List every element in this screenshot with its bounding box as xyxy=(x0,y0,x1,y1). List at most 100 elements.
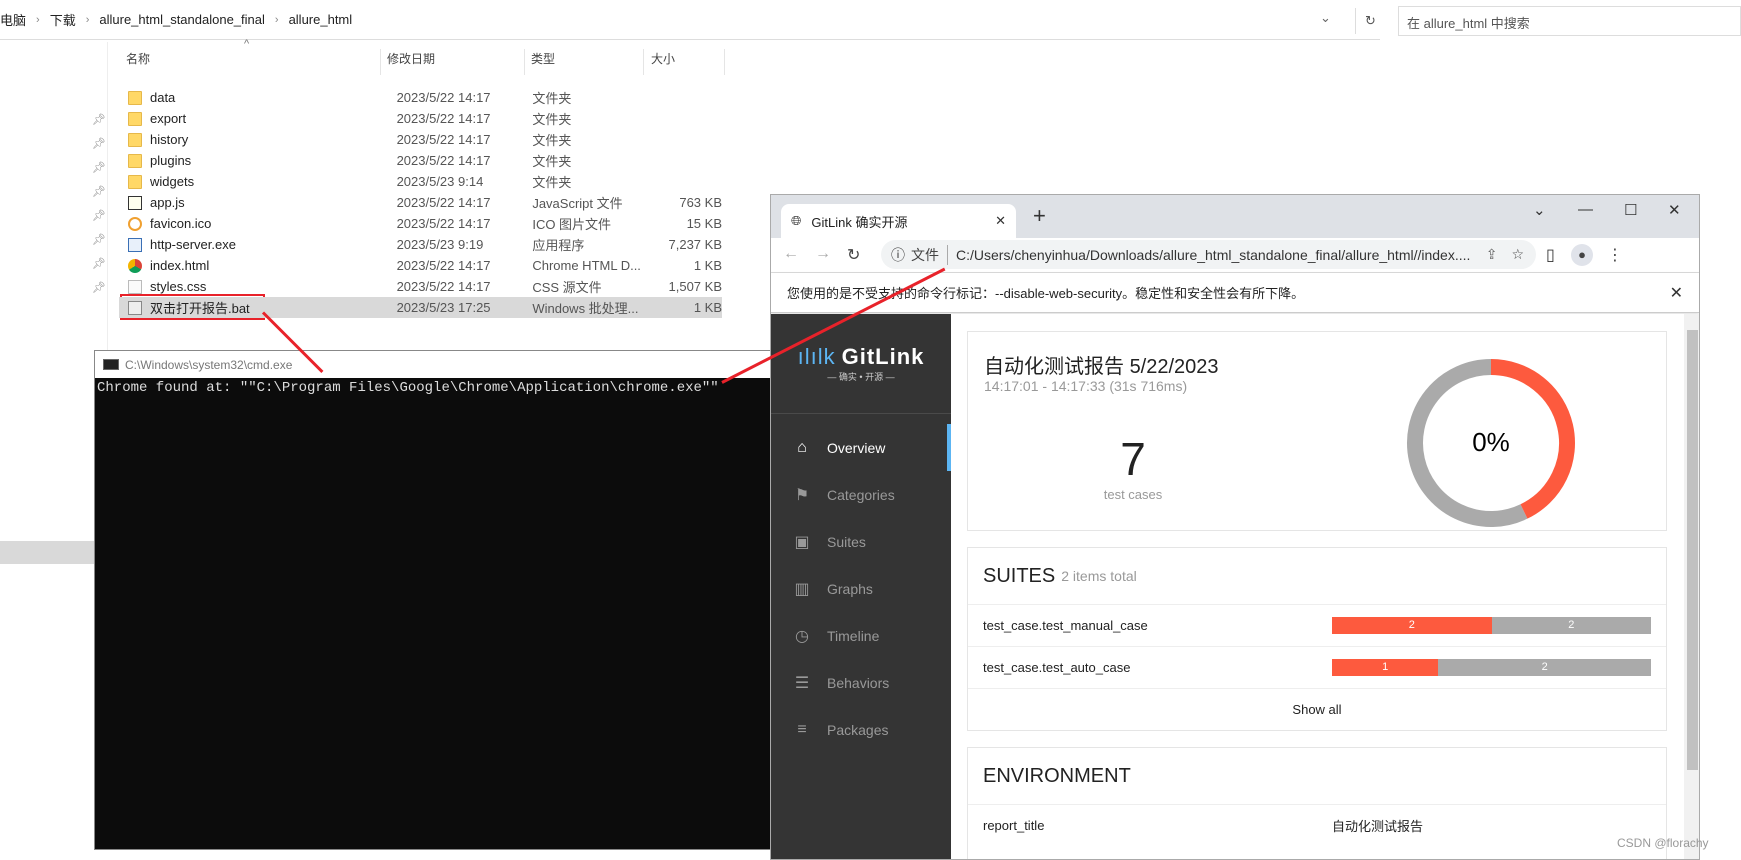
forward-icon[interactable]: → xyxy=(815,245,831,263)
nav-item-graphs[interactable]: ▥ Graphs xyxy=(771,565,951,612)
file-date: 2023/5/22 14:17 xyxy=(396,90,491,105)
logo-subtitle: — 确实 • 开源 — xyxy=(827,372,895,382)
column-header-date[interactable]: 修改日期 xyxy=(387,49,525,75)
file-row[interactable]: 双击打开报告.bat 2023/5/23 17:25 Windows 批处理... 1… xyxy=(119,297,722,318)
file-row[interactable]: plugins 2023/5/22 14:17 文件夹 xyxy=(119,150,722,171)
tab-search-icon[interactable]: ⌄ xyxy=(1533,201,1546,219)
bat-file-icon xyxy=(128,300,142,315)
close-tab-icon[interactable]: ✕ xyxy=(995,213,1006,229)
file-row[interactable]: history 2023/5/22 14:17 文件夹 xyxy=(119,129,722,150)
suites-count: 2 items total xyxy=(1061,568,1137,584)
chevron-right-icon: › xyxy=(85,13,90,26)
breadcrumb-item[interactable]: allure_html xyxy=(289,12,353,27)
flag-icon: ⚑ xyxy=(794,486,810,504)
column-header-size[interactable]: 大小 xyxy=(651,49,725,75)
browser-tab[interactable]: 🌐︎ GitLink 确实开源 ✕ xyxy=(781,204,1016,238)
nav-label: Graphs xyxy=(827,580,873,597)
new-tab-button[interactable]: + xyxy=(1033,203,1046,229)
file-type: 应用程序 xyxy=(532,238,585,253)
menu-kebab-icon[interactable]: ⋮ xyxy=(1607,245,1623,265)
nav-item-overview[interactable]: ⌂ Overview xyxy=(771,424,951,471)
list-icon: ☰ xyxy=(794,674,810,692)
maximize-button[interactable]: ☐ xyxy=(1624,201,1637,219)
reload-icon[interactable]: ↻ xyxy=(847,245,860,265)
suites-title: SUITES xyxy=(983,564,1056,587)
suite-status-bar: 22 xyxy=(1332,617,1651,634)
nav-item-behaviors[interactable]: ☰ Behaviors xyxy=(771,659,951,706)
chevron-down-icon[interactable]: ⌄ xyxy=(1320,10,1331,26)
nav-pane-selection[interactable] xyxy=(0,541,94,564)
scrollbar[interactable] xyxy=(1684,314,1699,859)
status-donut-chart[interactable]: 0% xyxy=(1406,358,1576,528)
globe-icon: 🌐︎ xyxy=(791,213,802,228)
suite-row[interactable]: test_case.test_manual_case 2 2 xyxy=(968,604,1666,646)
file-name: history xyxy=(149,132,189,147)
chevron-right-icon: › xyxy=(274,13,279,26)
report-title: 自动化测试报告 5/22/2023 xyxy=(984,356,1219,378)
file-name: plugins xyxy=(149,153,192,168)
breadcrumb-item[interactable]: 下载 xyxy=(50,10,76,29)
file-row[interactable]: index.html 2023/5/22 14:17 Chrome HTML D..… xyxy=(119,255,722,276)
file-type: 文件夹 xyxy=(532,133,572,148)
file-row[interactable]: widgets 2023/5/23 9:14 文件夹 xyxy=(119,171,722,192)
cmd-window[interactable]: C:\Windows\system32\cmd.exe Chrome found… xyxy=(94,350,774,850)
scrollbar-thumb[interactable] xyxy=(1687,330,1698,770)
side-panel-icon[interactable]: ▯ xyxy=(1546,245,1555,265)
env-key: report_title xyxy=(983,818,1045,833)
browser-window[interactable]: 🌐︎ GitLink 确实开源 ✕ + ⌄ — ☐ ✕ ← → ↻ ⓘ 文件 C:/U… xyxy=(770,194,1700,860)
pin-icon[interactable]: 📌︎ xyxy=(92,137,106,150)
breadcrumb-item[interactable]: allure_html_standalone_final xyxy=(99,12,265,27)
search-input[interactable]: 在 allure_html 中搜索 xyxy=(1398,6,1741,36)
environment-title: ENVIRONMENT xyxy=(983,764,1131,787)
file-row[interactable]: data 2023/5/22 14:17 文件夹 xyxy=(119,87,722,108)
pin-icon[interactable]: 📌︎ xyxy=(92,233,106,246)
file-name: export xyxy=(149,111,187,126)
gitlink-logo[interactable]: ılılk GitLink — 确实 • 开源 — xyxy=(771,314,951,414)
folder-file-icon xyxy=(128,174,142,189)
file-row[interactable]: app.js 2023/5/22 14:17 JavaScript 文件 763 KB xyxy=(119,192,722,213)
pin-icon[interactable]: 📌︎ xyxy=(92,185,106,198)
file-type: ICO 图片文件 xyxy=(532,217,612,232)
url-text[interactable]: C:/Users/chenyinhua/Downloads/allure_htm… xyxy=(956,247,1470,263)
nav-item-timeline[interactable]: ◷ Timeline xyxy=(771,612,951,659)
profile-avatar-icon[interactable]: ● xyxy=(1571,244,1593,266)
file-row[interactable]: export 2023/5/22 14:17 文件夹 xyxy=(119,108,722,129)
pin-icon[interactable]: 📌︎ xyxy=(92,113,106,126)
test-count-label: test cases xyxy=(1103,487,1163,502)
url-bar[interactable]: ⓘ 文件 C:/Users/chenyinhua/Downloads/allure… xyxy=(881,240,1536,269)
nav-item-categories[interactable]: ⚑ Categories xyxy=(771,471,951,518)
info-icon[interactable]: ⓘ xyxy=(891,245,905,265)
nav-item-suites[interactable]: ▣ Suites xyxy=(771,518,951,565)
close-window-button[interactable]: ✕ xyxy=(1668,201,1681,219)
column-header-type[interactable]: 类型 xyxy=(531,49,644,75)
bookmark-star-icon[interactable]: ☆ xyxy=(1511,246,1524,263)
pin-icon[interactable]: 📌︎ xyxy=(92,257,106,270)
file-date: 2023/5/22 14:17 xyxy=(396,111,491,126)
show-all-link[interactable]: Show all xyxy=(968,688,1666,730)
cmd-titlebar[interactable]: C:\Windows\system32\cmd.exe xyxy=(95,351,773,378)
pin-icon[interactable]: 📌︎ xyxy=(92,161,106,174)
tab-title: GitLink 确实开源 xyxy=(811,214,908,230)
file-row[interactable]: favicon.ico 2023/5/22 14:17 ICO 图片文件 15 KB xyxy=(119,213,722,234)
file-size: 15 KB xyxy=(686,216,722,231)
file-row[interactable]: http-server.exe 2023/5/23 9:19 应用程序 7,237 K… xyxy=(119,234,722,255)
align-left-icon: ≡ xyxy=(797,720,807,738)
file-date: 2023/5/22 14:17 xyxy=(396,195,491,210)
security-chip[interactable]: 文件 xyxy=(911,244,948,265)
back-icon[interactable]: ← xyxy=(783,245,799,263)
cmd-output: Chrome found at: ""C:\Program Files\Goog… xyxy=(97,380,719,396)
nav-item-packages[interactable]: ≡ Packages xyxy=(771,706,951,753)
file-name: index.html xyxy=(149,258,210,273)
js-file-icon xyxy=(128,195,142,210)
close-infobar-icon[interactable]: ✕ xyxy=(1670,283,1683,303)
column-header-name[interactable]: 名称 xyxy=(126,49,381,75)
pin-icon[interactable]: 📌︎ xyxy=(92,281,106,294)
share-icon[interactable]: ⇪ xyxy=(1486,246,1498,263)
address-bar[interactable]: 电脑 › 下载 › allure_html_standalone_final › al… xyxy=(0,0,1380,40)
breadcrumb-item[interactable]: 电脑 xyxy=(0,10,26,29)
refresh-icon[interactable]: ↻ xyxy=(1355,8,1385,34)
pin-icon[interactable]: 📌︎ xyxy=(92,209,106,222)
file-size: 1 KB xyxy=(693,300,722,315)
minimize-button[interactable]: — xyxy=(1578,201,1593,218)
suite-row[interactable]: test_case.test_auto_case 1 2 xyxy=(968,646,1666,688)
